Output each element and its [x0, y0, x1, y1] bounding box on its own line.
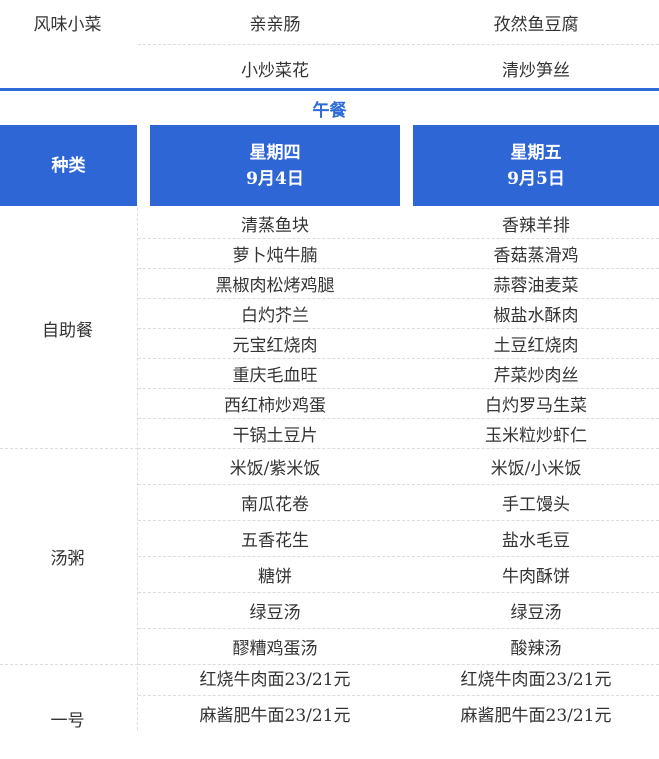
menu-item: 元宝红烧肉	[232, 335, 318, 356]
menu-item: 黑椒肉松烤鸡腿	[215, 275, 335, 296]
header-kind-label: 种类	[51, 155, 86, 176]
row-divider	[138, 44, 659, 45]
menu-item: 芹菜炒肉丝	[493, 365, 579, 386]
header-thursday-day: 星期四	[249, 142, 301, 163]
header-friday-day: 星期五	[510, 142, 562, 163]
category-flavor-dishes: 风味小菜	[33, 14, 102, 35]
menu-item: 绿豆汤	[510, 602, 562, 623]
category-buffet: 自助餐	[42, 320, 93, 341]
menu-item: 萝卜炖牛腩	[232, 245, 318, 266]
header-friday: 星期五 9月5日	[413, 125, 659, 206]
menu-item: 亲亲肠	[249, 14, 301, 35]
menu-item: 麻酱肥牛面23/21元	[199, 705, 351, 726]
menu-item: 白灼罗马生菜	[485, 395, 587, 416]
menu-item: 糖饼	[258, 566, 292, 587]
menu-item: 土豆红烧肉	[493, 335, 579, 356]
menu-item: 香菇蒸滑鸡	[493, 245, 579, 266]
menu-item: 椒盐水酥肉	[493, 305, 579, 326]
menu-item: 清炒笋丝	[502, 60, 570, 81]
menu-item: 小炒菜花	[241, 60, 309, 81]
menu-item: 麻酱肥牛面23/21元	[460, 705, 612, 726]
menu-item: 五香花生	[241, 530, 309, 551]
header-thursday: 星期四 9月4日	[150, 125, 400, 206]
section-rule	[0, 88, 659, 91]
column-divider	[137, 208, 138, 730]
menu-item: 香辣羊排	[502, 215, 570, 236]
menu-item: 玉米粒炒虾仁	[485, 425, 587, 446]
menu-item: 南瓜花卷	[241, 494, 309, 515]
menu-item: 盐水毛豆	[502, 530, 570, 551]
menu-item: 米饭/小米饭	[490, 458, 582, 479]
menu-item: 红烧牛肉面23/21元	[460, 669, 612, 690]
menu-item: 重庆毛血旺	[232, 365, 318, 386]
menu-item: 蒜蓉油麦菜	[493, 275, 579, 296]
header-thursday-date: 9月4日	[246, 168, 304, 189]
menu-item: 干锅土豆片	[232, 425, 318, 446]
menu-item: 牛肉酥饼	[502, 566, 570, 587]
menu-item: 米饭/紫米饭	[229, 458, 321, 479]
menu-item: 西红柿炒鸡蛋	[224, 395, 326, 416]
section-divider	[0, 664, 138, 665]
header-friday-date: 9月5日	[507, 168, 565, 189]
menu-item: 孜然鱼豆腐	[493, 14, 579, 35]
header-kind: 种类	[0, 125, 137, 206]
category-no1: 一号	[50, 710, 85, 731]
category-soup: 汤粥	[50, 548, 85, 569]
menu-item: 绿豆汤	[249, 602, 301, 623]
menu-item: 手工馒头	[502, 494, 570, 515]
menu-item: 红烧牛肉面23/21元	[199, 669, 351, 690]
section-title-lunch: 午餐	[312, 100, 347, 121]
menu-item: 白灼芥兰	[241, 305, 309, 326]
menu-item: 清蒸鱼块	[241, 215, 309, 236]
